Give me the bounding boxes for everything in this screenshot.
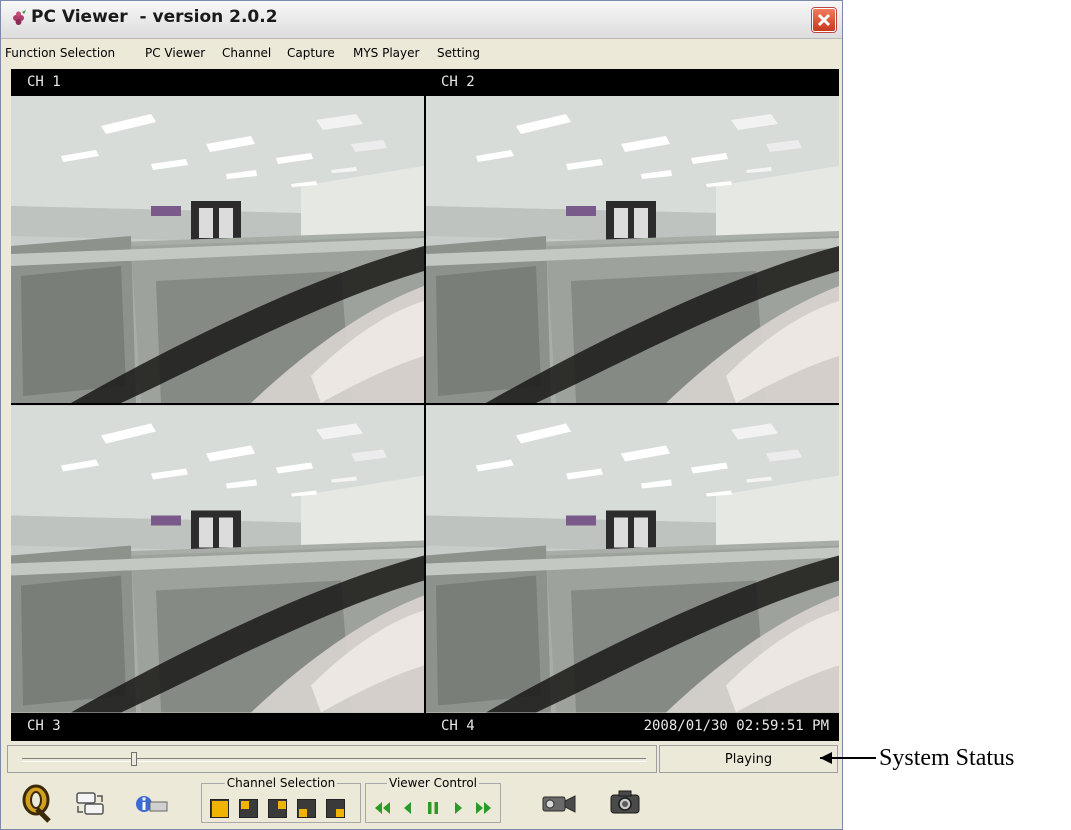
close-icon [817, 13, 831, 27]
camera-feed-image [11, 96, 424, 403]
channel-4-button[interactable] [326, 799, 345, 818]
system-status-box: Playing [659, 745, 838, 773]
close-button[interactable] [812, 8, 836, 32]
grapes-app-icon [13, 10, 26, 25]
playback-slider[interactable] [7, 745, 657, 773]
playback-row: Playing [7, 745, 838, 773]
camera-feed-image [426, 96, 839, 403]
menu-mys-player[interactable]: MYS Player [353, 46, 419, 60]
fast-forward-icon[interactable] [472, 798, 494, 818]
title-bar: PC Viewer - version 2.0.2 [1, 1, 842, 39]
menu-capture[interactable]: Capture [287, 46, 335, 60]
channel-3-button[interactable] [297, 799, 316, 818]
system-status-annotation: System Status [879, 745, 1015, 771]
channel-3-view[interactable] [11, 405, 424, 713]
channel-1-button[interactable] [239, 799, 258, 818]
menu-setting[interactable]: Setting [437, 46, 480, 60]
viewer-control-group: Viewer Control [365, 776, 501, 823]
pause-icon[interactable] [422, 798, 444, 818]
channel-1-view[interactable] [11, 96, 424, 403]
snapshot-camera-icon[interactable] [609, 789, 641, 815]
channel-header-top: CH 1 CH 2 [11, 69, 839, 96]
video-grid: CH 1 CH 2 CH 3 CH 4 2008/01/30 02:59:51 … [11, 69, 839, 741]
info-icon[interactable] [135, 793, 169, 815]
channel-4-label: CH 4 [441, 718, 475, 734]
channel-2-label: CH 2 [441, 74, 475, 90]
status-text: Playing [724, 752, 773, 767]
slider-thumb[interactable] [131, 752, 138, 766]
pc-viewer-window: PC Viewer - version 2.0.2 Function Selec… [0, 0, 843, 830]
menu-channel[interactable]: Channel [222, 46, 271, 60]
menu-function-selection[interactable]: Function Selection [5, 46, 115, 60]
quad-view-button[interactable] [210, 799, 229, 818]
step-back-icon[interactable] [397, 798, 419, 818]
slider-track [22, 758, 646, 762]
switch-icon[interactable] [75, 791, 105, 817]
record-icon[interactable] [541, 793, 579, 815]
timestamp: 2008/01/30 02:59:51 PM [643, 718, 829, 734]
channel-3-label: CH 3 [27, 718, 61, 734]
channel-2-button[interactable] [268, 799, 287, 818]
menu-pc-viewer[interactable]: PC Viewer [145, 46, 205, 60]
control-toolbar: Channel Selection Viewer Control [7, 775, 838, 827]
camera-feed-image [426, 405, 839, 713]
logo-q-icon[interactable] [19, 783, 53, 823]
rewind-icon[interactable] [372, 798, 394, 818]
viewer-control-label: Viewer Control [387, 776, 479, 790]
channel-header-bottom: CH 3 CH 4 2008/01/30 02:59:51 PM [11, 713, 839, 741]
channel-1-label: CH 1 [27, 74, 61, 90]
window-title: PC Viewer - version 2.0.2 [31, 7, 278, 27]
camera-feed-image [11, 405, 424, 713]
channel-selection-group: Channel Selection [201, 776, 361, 823]
annotation-arrow-icon [820, 752, 876, 764]
channel-2-view[interactable] [426, 96, 839, 403]
menu-bar: Function Selection PC Viewer Channel Cap… [1, 40, 842, 66]
play-icon[interactable] [447, 798, 469, 818]
channel-selection-label: Channel Selection [224, 776, 338, 790]
channel-4-view[interactable] [426, 405, 839, 713]
